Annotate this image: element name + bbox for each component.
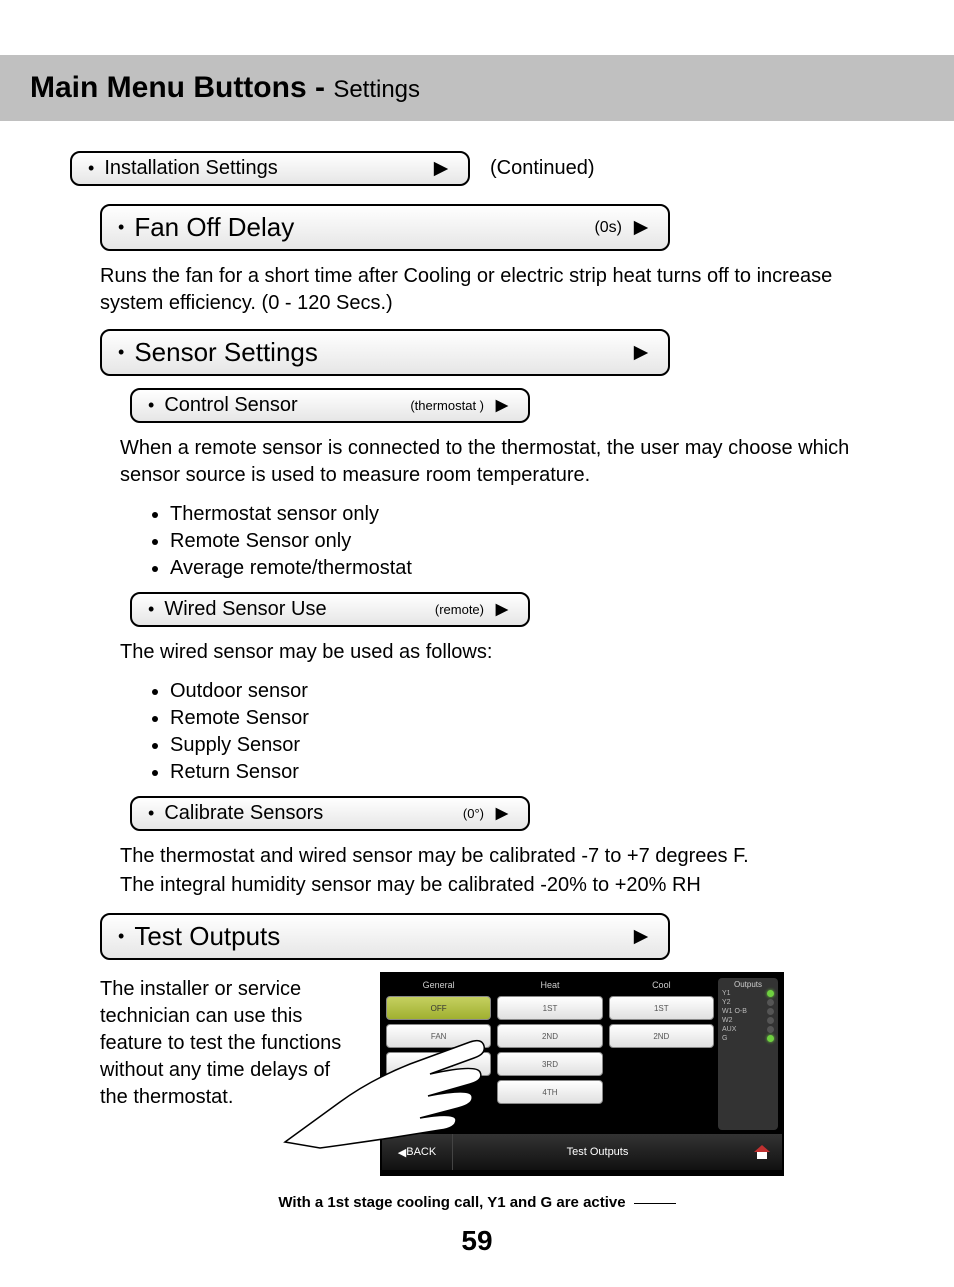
chevron-right-icon [630,344,652,362]
title-bold: Main Menu Buttons [30,71,307,104]
general-column: General OFF FAN M. HEAT [386,978,491,1130]
test-screen-wrapper: General OFF FAN M. HEAT Heat 1ST 2ND 3RD… [380,972,784,1176]
caption-text: With a 1st stage cooling call, Y1 and G … [278,1194,625,1211]
list-item: Outdoor sensor [170,678,884,705]
content: • Installation Settings (Continued) • Fan … [0,121,954,1257]
led-icon [767,1026,774,1033]
led-icon [767,1008,774,1015]
led-icon [767,1035,774,1042]
installation-label: Installation Settings [104,157,277,180]
screen-title: Test Outputs [453,1146,742,1158]
back-button[interactable]: ◀BACK [382,1134,453,1170]
bullet-icon: • [148,599,154,620]
bullet-icon: • [118,217,124,238]
heat-1st-button[interactable]: 1ST [497,996,602,1020]
test-screen-bottom: ◀BACK Test Outputs [382,1134,782,1170]
output-w1: W1 O-B [720,1007,776,1016]
heat-4th-button[interactable]: 4TH [497,1080,602,1104]
list-item: Remote Sensor only [170,528,884,555]
bullet-icon: • [118,926,124,947]
led-icon [767,1017,774,1024]
list-item: Average remote/thermostat [170,555,884,582]
test-outputs-item[interactable]: • Test Outputs [100,913,670,960]
control-sensor-label: Control Sensor [164,394,297,417]
back-label: BACK [406,1146,436,1158]
fan-off-delay-desc: Runs the fan for a short time after Cool… [100,263,884,317]
test-outputs-desc: The installer or service technician can … [100,976,350,1111]
calibrate-label: Calibrate Sensors [164,802,323,825]
output-y1: Y1 [720,989,776,998]
led-icon [767,990,774,997]
fan-off-delay-value: (0s) [594,219,622,237]
general-head: General [386,978,491,992]
list-item: Remote Sensor [170,705,884,732]
home-button[interactable] [742,1145,782,1159]
wired-sensor-item[interactable]: • Wired Sensor Use (remote) [130,592,530,627]
bullet-icon: • [148,395,154,416]
output-w2: W2 [720,1016,776,1025]
outputs-head: Outputs [720,980,776,989]
home-icon [754,1145,770,1159]
test-screen-main: General OFF FAN M. HEAT Heat 1ST 2ND 3RD… [382,974,718,1134]
list-item: Return Sensor [170,759,884,786]
wired-sensor-label: Wired Sensor Use [164,598,326,621]
heat-head: Heat [497,978,602,992]
output-g: G [720,1034,776,1043]
chevron-right-icon [630,928,652,946]
chevron-right-icon [630,219,652,237]
cool-column: Cool 1ST 2ND [609,978,714,1130]
led-icon [767,999,774,1006]
continued-label: (Continued) [490,157,595,180]
calibrate-value: (0°) [463,806,484,821]
heat-3rd-button[interactable]: 3RD [497,1052,602,1076]
control-sensor-options: Thermostat sensor only Remote Sensor onl… [170,501,884,582]
list-item: Supply Sensor [170,732,884,759]
control-sensor-item[interactable]: • Control Sensor (thermostat ) [130,388,530,423]
control-sensor-desc: When a remote sensor is connected to the… [120,435,884,489]
test-outputs-screen: General OFF FAN M. HEAT Heat 1ST 2ND 3RD… [380,972,784,1176]
chevron-right-icon [492,398,512,414]
page-title: Main Menu Buttons - Settings [30,71,924,105]
bullet-icon: • [118,342,124,363]
installation-row: • Installation Settings (Continued) [70,151,884,186]
test-outputs-label: Test Outputs [134,921,280,952]
chevron-right-icon [492,602,512,618]
outputs-panel: Outputs Y1 Y2 W1 O-B W2 AUX G [718,978,778,1130]
wired-sensor-options: Outdoor sensor Remote Sensor Supply Sens… [170,678,884,786]
wired-sensor-desc: The wired sensor may be used as follows: [120,639,884,666]
control-sensor-value: (thermostat ) [410,398,484,413]
heat-column: Heat 1ST 2ND 3RD 4TH [497,978,602,1130]
cool-1st-button[interactable]: 1ST [609,996,714,1020]
sensor-settings-item[interactable]: • Sensor Settings [100,329,670,376]
title-sep: - [307,71,334,104]
calibrate-desc1: The thermostat and wired sensor may be c… [120,843,884,870]
test-outputs-row: The installer or service technician can … [70,972,884,1176]
output-y2: Y2 [720,998,776,1007]
fan-button[interactable]: FAN [386,1024,491,1048]
mheat-button[interactable]: M. HEAT [386,1052,491,1076]
off-button[interactable]: OFF [386,996,491,1020]
chevron-right-icon [492,806,512,822]
fan-off-delay-label: Fan Off Delay [134,212,294,243]
chevron-right-icon [430,160,452,178]
calibrate-sensors-item[interactable]: • Calibrate Sensors (0°) [130,796,530,831]
calibrate-desc2: The integral humidity sensor may be cali… [120,872,884,899]
installation-settings-item[interactable]: • Installation Settings [70,151,470,186]
test-caption: With a 1st stage cooling call, Y1 and G … [70,1194,884,1211]
title-light: Settings [333,76,420,103]
sensor-settings-label: Sensor Settings [134,337,318,368]
cool-head: Cool [609,978,714,992]
test-screen-top: General OFF FAN M. HEAT Heat 1ST 2ND 3RD… [382,974,782,1134]
bullet-icon: • [148,803,154,824]
cool-2nd-button[interactable]: 2ND [609,1024,714,1048]
caption-line [634,1203,676,1204]
page-number: 59 [70,1225,884,1257]
output-aux: AUX [720,1025,776,1034]
list-item: Thermostat sensor only [170,501,884,528]
heat-2nd-button[interactable]: 2ND [497,1024,602,1048]
fan-off-delay-item[interactable]: • Fan Off Delay (0s) [100,204,670,251]
wired-sensor-value: (remote) [435,602,484,617]
bullet-icon: • [88,158,94,179]
page-header: Main Menu Buttons - Settings [0,55,954,121]
